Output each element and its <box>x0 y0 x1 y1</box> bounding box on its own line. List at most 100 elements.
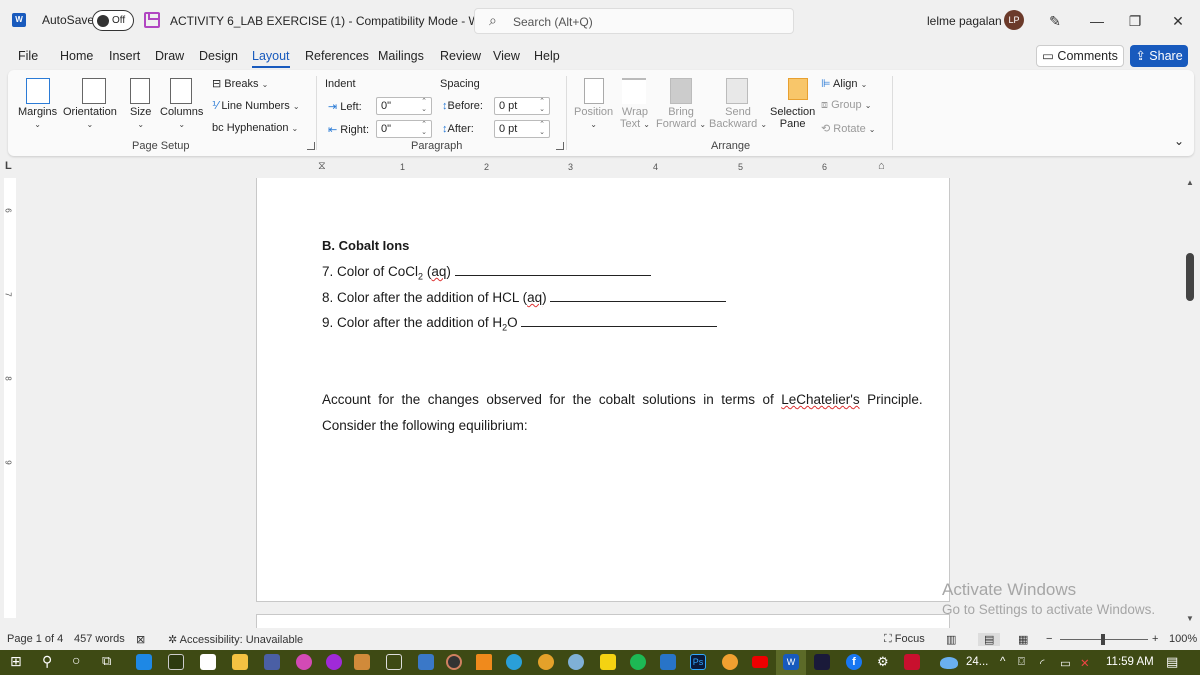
accessibility-status[interactable]: ✲ Accessibility: Unavailable <box>168 633 303 646</box>
position-button[interactable]: Position ⌄ <box>574 106 613 130</box>
weather-text[interactable]: 24... <box>966 656 988 668</box>
word-taskbar-icon[interactable]: W <box>783 654 799 670</box>
tab-home[interactable]: Home <box>60 49 93 63</box>
margins-button[interactable]: Margins ⌄ <box>18 106 57 130</box>
user-name[interactable]: lelme pagalan <box>927 14 1002 28</box>
tab-layout[interactable]: Layout <box>252 49 290 68</box>
tab-review[interactable]: Review <box>440 49 481 63</box>
restore-button[interactable]: ❐ <box>1120 8 1150 34</box>
paint-app-icon[interactable] <box>296 654 312 670</box>
mail-icon[interactable] <box>136 654 152 670</box>
pen-icon[interactable]: ✎ <box>1040 8 1070 34</box>
size-button[interactable]: Size ⌄ <box>130 106 151 130</box>
volume-muted-icon[interactable]: ✕ <box>1080 656 1090 670</box>
mcafee-icon[interactable] <box>904 654 920 670</box>
word-app-icon[interactable] <box>354 654 370 670</box>
tab-file[interactable]: File <box>18 49 38 63</box>
selection-pane-button[interactable]: Selection Pane <box>770 106 815 130</box>
tab-help[interactable]: Help <box>534 49 560 63</box>
tab-references[interactable]: References <box>305 49 369 63</box>
zoom-slider-thumb[interactable] <box>1101 634 1105 645</box>
horizontal-ruler[interactable]: 1 2 3 4 5 6 ⧖ ⌂ <box>256 160 950 172</box>
tab-mailings[interactable]: Mailings <box>378 49 424 63</box>
music-app-icon[interactable] <box>446 654 462 670</box>
minimize-button[interactable]: — <box>1082 8 1112 34</box>
vb-icon[interactable] <box>418 654 434 670</box>
photos-icon[interactable] <box>660 654 676 670</box>
battery-icon[interactable]: ▭ <box>1060 656 1071 670</box>
paint-palette-icon[interactable] <box>568 654 584 670</box>
settings-icon[interactable]: ⚙ <box>877 654 889 670</box>
page-count[interactable]: Page 1 of 4 <box>7 633 63 645</box>
photoshop-icon[interactable]: Ps <box>690 654 706 670</box>
paragraph-launcher[interactable] <box>556 142 564 150</box>
group-button[interactable]: ⧈ Group ⌄ <box>821 99 871 112</box>
columns-button[interactable]: Columns ⌄ <box>160 106 203 130</box>
chrome-icon[interactable] <box>538 654 554 670</box>
page-setup-launcher[interactable] <box>307 142 315 150</box>
browser-icon[interactable] <box>722 654 738 670</box>
send-backward-button[interactable]: Send Backward ⌄ <box>709 106 767 130</box>
file-explorer-icon[interactable] <box>232 654 248 670</box>
proofing-icon[interactable]: ⊠ <box>136 633 145 646</box>
save-icon[interactable] <box>144 12 160 28</box>
search-box[interactable]: ⌕ Search (Alt+Q) <box>474 8 794 34</box>
youtube-icon[interactable] <box>752 656 768 668</box>
vertical-ruler[interactable]: 6 7 8 9 <box>4 178 16 618</box>
show-hidden-icons[interactable]: ^ <box>1000 656 1005 668</box>
notifications-icon[interactable]: ▤ <box>1166 654 1178 670</box>
scrollbar-thumb[interactable] <box>1186 253 1194 301</box>
photo-app-icon[interactable] <box>264 654 280 670</box>
webex-icon[interactable] <box>814 654 830 670</box>
answer-blank-9[interactable] <box>521 315 718 327</box>
avatar[interactable]: LP <box>1004 10 1024 30</box>
scroll-down-arrow[interactable]: ▼ <box>1186 614 1194 623</box>
zoom-out-button[interactable]: − <box>1046 633 1052 645</box>
orientation-button[interactable]: Orientation ⌄ <box>63 106 117 130</box>
answer-blank-8[interactable] <box>550 290 727 302</box>
zoom-in-button[interactable]: + <box>1152 633 1158 645</box>
indent-left-input[interactable]: 0" ⌃ ⌄ <box>376 97 432 115</box>
zoom-level[interactable]: 100% <box>1169 633 1197 645</box>
left-indent-marker[interactable]: ⧖ <box>318 160 326 173</box>
spacing-before-input[interactable]: 0 pt ⌃ ⌄ <box>494 97 550 115</box>
sticky-notes-icon[interactable] <box>600 654 616 670</box>
share-button[interactable]: ⇪ Share <box>1130 45 1188 67</box>
spacing-after-input[interactable]: 0 pt ⌃ ⌄ <box>494 120 550 138</box>
answer-blank-7[interactable] <box>454 264 651 276</box>
tab-draw[interactable]: Draw <box>155 49 184 63</box>
edge-icon[interactable] <box>506 654 522 670</box>
meet-now-icon[interactable]: ⌼ <box>1018 656 1025 669</box>
print-layout-icon[interactable]: ▤ <box>978 633 1001 646</box>
tab-design[interactable]: Design <box>199 49 238 63</box>
close-button[interactable]: ✕ <box>1163 8 1193 34</box>
focus-button[interactable]: ⛶ Focus <box>884 633 925 646</box>
tab-selector-icon[interactable]: L <box>5 160 12 172</box>
scroll-up-arrow[interactable]: ▲ <box>1186 178 1194 187</box>
word-count[interactable]: 457 words <box>74 633 125 645</box>
right-indent-marker[interactable]: ⌂ <box>878 160 885 172</box>
tab-insert[interactable]: Insert <box>109 49 140 63</box>
store-icon[interactable] <box>200 654 216 670</box>
web-layout-icon[interactable]: ▦ <box>1018 633 1028 646</box>
task-view-icon[interactable]: ⧉ <box>102 653 111 669</box>
collapse-ribbon-icon[interactable]: ⌄ <box>1174 134 1184 148</box>
cortana-icon[interactable]: ○ <box>72 652 80 668</box>
wifi-icon[interactable]: ◜ <box>1040 656 1044 670</box>
autosave-toggle[interactable]: Off <box>92 10 134 31</box>
windows-start-icon[interactable]: ⊞ <box>10 653 22 670</box>
app-icon[interactable] <box>168 654 184 670</box>
wrap-text-button[interactable]: Wrap Text ⌄ <box>620 106 650 130</box>
clock[interactable]: 11:59 AM <box>1106 656 1154 668</box>
vlc-icon[interactable] <box>476 654 492 670</box>
vertical-scrollbar[interactable]: ▲ ▼ <box>1184 178 1196 624</box>
comments-button[interactable]: ▭ Comments <box>1036 45 1124 67</box>
read-mode-icon[interactable]: ▥ <box>946 633 956 646</box>
hyphenation-button[interactable]: bc Hyphenation ⌄ <box>212 122 298 134</box>
app-icon[interactable] <box>386 654 402 670</box>
tab-view[interactable]: View <box>493 49 520 63</box>
facebook-icon[interactable]: f <box>846 654 862 670</box>
weather-icon[interactable] <box>940 657 958 669</box>
bring-forward-button[interactable]: Bring Forward ⌄ <box>656 106 706 130</box>
rotate-button[interactable]: ⟲ Rotate ⌄ <box>821 122 875 135</box>
